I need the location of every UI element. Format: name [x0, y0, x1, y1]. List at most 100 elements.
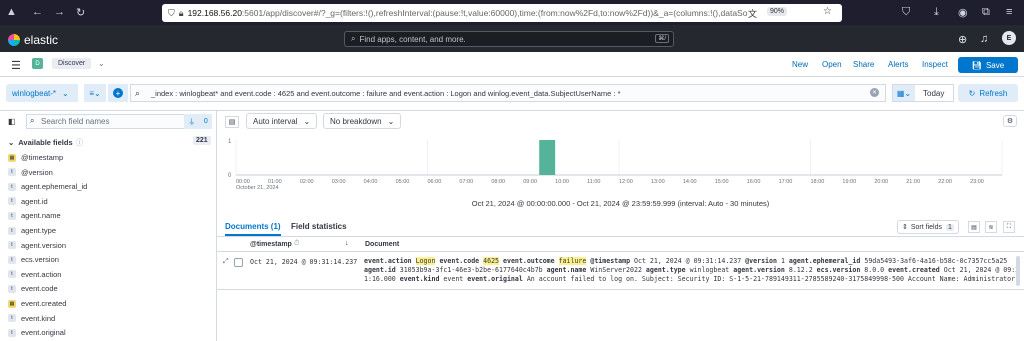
field-item[interactable]: t agent.version: [8, 238, 66, 253]
column-header-timestamp[interactable]: @timestamp: [250, 241, 292, 248]
x-tick-label: 21:00: [906, 179, 920, 185]
cursor-icon: ▲: [6, 6, 17, 18]
document-field-value: 8.12.2: [788, 266, 813, 274]
account-icon[interactable]: ◉: [958, 6, 968, 19]
x-tick-label: 09:00: [523, 179, 537, 185]
plus-icon: +: [113, 88, 123, 98]
x-tick-label: 06:00: [428, 179, 442, 185]
interval-select[interactable]: Auto interval ⌄: [246, 113, 318, 129]
breakdown-label: No breakdown: [330, 116, 382, 126]
density-icon[interactable]: ▤: [968, 221, 980, 233]
menu-icon[interactable]: ≡: [1006, 6, 1012, 18]
field-item[interactable]: t agent.ephemeral_id: [8, 179, 87, 194]
field-name: event.original: [21, 328, 66, 338]
open-link[interactable]: Open: [822, 60, 842, 69]
sort-arrow-icon[interactable]: ↓: [345, 240, 349, 247]
translate-icon[interactable]: 文: [748, 7, 757, 20]
document-field-value: 31053b9a-3fc1-46e3-b2be-6177640c4b7b: [399, 266, 543, 274]
scrollbar[interactable]: [1016, 256, 1020, 286]
tab-documents[interactable]: Documents (1): [225, 222, 281, 236]
new-link[interactable]: New: [792, 60, 808, 69]
field-item[interactable]: t agent.name: [8, 208, 61, 223]
available-fields-header[interactable]: ⌄ Available fields ⓘ: [8, 137, 212, 148]
field-type-filter[interactable]: ⏚ 0: [184, 114, 212, 129]
field-item[interactable]: t agent.id: [8, 194, 48, 209]
calendar-icon[interactable]: ▦⌄: [893, 85, 915, 101]
breakdown-select[interactable]: No breakdown ⌄: [323, 113, 402, 129]
field-name: event.created: [21, 299, 67, 308]
space-avatar[interactable]: D: [32, 58, 43, 69]
clear-query-icon[interactable]: ✕: [870, 88, 879, 97]
histogram-chart[interactable]: 1000:00 01:00 02:00 03:00 04:00 05:00 06:00 07:…: [222, 135, 1018, 198]
query-input[interactable]: _index : winlogbeat* and event.code : 46…: [130, 84, 886, 102]
document-field-value: 1:16.000: [364, 275, 396, 283]
document-field-key: agent.name: [546, 266, 591, 274]
share-link[interactable]: Share: [853, 60, 874, 69]
tab-field-statistics[interactable]: Field statistics: [291, 222, 347, 231]
sidebar-collapse-icon[interactable]: ◧: [8, 117, 16, 126]
document-field-value: 8.0.0: [864, 266, 885, 274]
field-item[interactable]: t event.kind: [8, 311, 55, 326]
field-item[interactable]: ▦ event.created: [8, 296, 66, 311]
keyword-field-icon: t: [8, 168, 16, 177]
newsfeed-icon[interactable]: ♫: [980, 33, 988, 45]
filter-icon: ≡⌄: [89, 88, 101, 98]
add-filter-button[interactable]: +: [108, 84, 128, 102]
document-field-key: event.action: [364, 257, 416, 265]
save-button[interactable]: 💾︎ Save: [958, 57, 1018, 73]
filter-menu-button[interactable]: ≡⌄: [84, 84, 106, 102]
alerts-link[interactable]: Alerts: [888, 60, 908, 69]
extensions-icon[interactable]: ⧉: [982, 6, 990, 19]
y-tick-label: 0: [228, 173, 232, 179]
sort-fields-button[interactable]: ⇕ Sort fields 1: [897, 220, 959, 234]
x-tick-label: 03:00: [332, 179, 346, 185]
table-row[interactable]: ⤢ Oct 21, 2024 @ 09:31:14.237 event.acti…: [217, 252, 1024, 290]
refresh-icon: ↻: [968, 88, 976, 98]
forward-icon[interactable]: →: [54, 6, 65, 18]
field-item[interactable]: t event.code: [8, 281, 58, 296]
bookmark-star-icon[interactable]: ☆: [823, 6, 832, 17]
x-tick-label: 13:00: [651, 179, 665, 185]
field-item[interactable]: t event.action: [8, 267, 61, 282]
document-field-value: 59da5493-3af6-4a16-b58c-0c7357cc5a25: [864, 257, 1008, 265]
document-field-value: winlogbeat: [689, 266, 730, 274]
date-field-icon: ▦: [8, 153, 16, 162]
x-axis-subtitle: October 21, 2024: [236, 185, 279, 191]
document-field-value: WinServer2022: [590, 266, 642, 274]
download-icon[interactable]: ⤓: [934, 6, 939, 19]
field-item[interactable]: t ecs.version: [8, 252, 59, 267]
display-settings-icon[interactable]: ≋: [985, 221, 997, 233]
shield-icon: ⛉: [168, 7, 175, 18]
zoom-level[interactable]: 90%: [767, 7, 788, 16]
elastic-logo[interactable]: elastic: [8, 33, 58, 47]
breadcrumb[interactable]: Discover: [52, 58, 92, 69]
field-item[interactable]: ▦ @timestamp: [8, 150, 63, 165]
user-avatar[interactable]: E: [1002, 31, 1016, 45]
url-bar[interactable]: ⛉ 🔒︎ 192.168.56.20:5601/app/discover#/?_…: [162, 4, 842, 22]
chart-toggle-icon[interactable]: ▤: [225, 116, 239, 128]
back-icon[interactable]: ←: [32, 6, 43, 18]
field-name: ecs.version: [21, 255, 59, 265]
chevron-down-icon[interactable]: ⌄: [98, 59, 105, 68]
document-field-value: Oct 21, 2024 @ 09:3: [943, 266, 1018, 274]
pocket-icon[interactable]: ⛉: [902, 6, 910, 19]
refresh-button[interactable]: ↻ Refresh: [958, 84, 1018, 102]
expand-row-icon[interactable]: ⤢: [223, 258, 229, 266]
chart-options-icon[interactable]: ⚙: [1003, 115, 1017, 127]
elastic-logo-icon: [8, 34, 20, 46]
field-item[interactable]: t agent.type: [8, 223, 56, 238]
inspect-link[interactable]: Inspect: [922, 60, 948, 69]
field-item[interactable]: t event.original: [8, 325, 66, 340]
data-view-select[interactable]: winlogbeat-* ⌄: [6, 84, 78, 102]
reload-icon[interactable]: ↻: [76, 6, 85, 19]
date-picker[interactable]: ▦⌄ Today: [892, 84, 954, 102]
column-header-document[interactable]: Document: [365, 241, 399, 248]
help-icon[interactable]: ⊕: [958, 33, 967, 46]
row-checkbox[interactable]: [234, 258, 243, 267]
field-item[interactable]: t @version: [8, 165, 53, 180]
global-search-input[interactable]: ⌕ Find apps, content, and more. ⌘/: [344, 31, 674, 47]
x-tick-label: 23:00: [970, 179, 984, 185]
hamburger-menu-icon[interactable]: ☰: [11, 59, 21, 72]
fullscreen-icon[interactable]: ⛶: [1003, 221, 1015, 233]
x-tick-label: 14:00: [683, 179, 697, 185]
